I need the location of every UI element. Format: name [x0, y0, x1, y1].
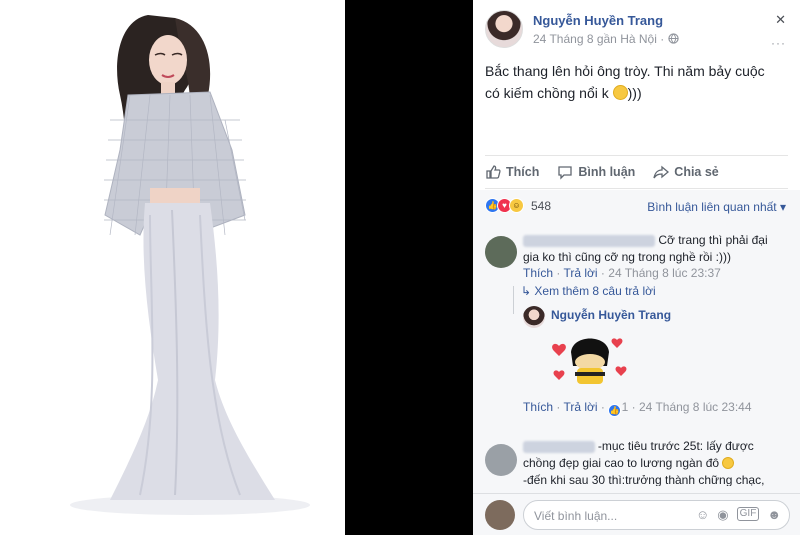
gif-icon[interactable]: GIF: [736, 507, 760, 521]
smile-emoji-icon: [612, 85, 628, 100]
comment-body: xxxxxxxxxxxxx -mục tiêu trước 25t: lấy đ…: [523, 438, 778, 486]
comment-time[interactable]: 24 Tháng 8 lúc 23:37: [608, 266, 721, 280]
share-button[interactable]: Chia sẻ: [653, 164, 719, 180]
globe-icon: [667, 33, 679, 44]
camera-icon[interactable]: ◉: [717, 507, 728, 523]
close-icon[interactable]: ✕: [775, 12, 786, 28]
commenter-name-blurred[interactable]: xxxxxxxxxxxxx: [523, 441, 595, 453]
comment-input[interactable]: Viết bình luận... ☺ ◉ GIF ☻: [523, 500, 790, 530]
commenter-avatar[interactable]: [485, 236, 517, 268]
post-meta: 24 Tháng 8 gần Hà Nội ·: [533, 32, 679, 46]
post-body: Bắc thang lên hỏi ông tròy. Thi năm bảy …: [485, 60, 765, 104]
reaction-count: 548: [531, 198, 552, 213]
haha-reaction-icon: ☺: [509, 198, 524, 213]
reply-arrow-icon: ↳: [521, 284, 535, 298]
sticker-icon[interactable]: ☻: [767, 507, 781, 523]
more-options-icon[interactable]: ···: [771, 36, 786, 50]
viewer-background: [345, 0, 473, 535]
reaction-summary[interactable]: 👍 ♥ ☺ 548: [485, 198, 551, 213]
reply-author-name[interactable]: Nguyễn Huyền Trang: [551, 308, 671, 322]
reply-like-link[interactable]: Thích: [523, 400, 553, 414]
reply-reaction-count[interactable]: 1: [622, 400, 629, 414]
share-icon: [653, 165, 670, 179]
view-more-replies[interactable]: ↳ Xem thêm 8 câu trả lời: [521, 284, 656, 298]
reply-meta: Thích · Trả lời · 👍 1 · 24 Tháng 8 lúc 2…: [523, 400, 752, 417]
sticker-image: [552, 338, 627, 384]
photo-viewer: Nguyễn Huyền Trang 24 Tháng 8 gần Hà Nội…: [0, 0, 800, 535]
current-user-avatar[interactable]: [485, 500, 515, 530]
comment-like-link[interactable]: Thích: [523, 266, 553, 280]
author-name[interactable]: Nguyễn Huyền Trang: [533, 13, 663, 28]
photo[interactable]: [0, 0, 345, 535]
comment-body: xxxxxxxxxxxxxxxxxxxxxxxx Cỡ trang thì ph…: [523, 232, 773, 266]
comment-icon: [558, 166, 572, 180]
comment-sort-dropdown[interactable]: Bình luận liên quan nhất ▾: [647, 200, 786, 214]
post-timestamp[interactable]: 24 Tháng 8 gần Hà Nội ·: [533, 32, 668, 46]
view-more-replies-label: Xem thêm 8 câu trả lời: [534, 284, 656, 298]
post-sidebar: Nguyễn Huyền Trang 24 Tháng 8 gần Hà Nội…: [473, 0, 800, 535]
like-button[interactable]: Thích: [485, 164, 539, 180]
thumbs-up-icon: [486, 165, 501, 179]
reply: Nguyễn Huyền Trang Thích · Trả lời · 👍 1…: [523, 304, 773, 419]
reply-thread-line: [513, 286, 514, 314]
comment-meta: Thích · Trả lời · 24 Tháng 8 lúc 23:37: [523, 266, 721, 280]
post-header: Nguyễn Huyền Trang 24 Tháng 8 gần Hà Nội…: [485, 8, 792, 52]
commenter-name-blurred[interactable]: xxxxxxxxxxxxxxxxxxxxxxxx: [523, 235, 655, 247]
reply-time[interactable]: 24 Tháng 8 lúc 23:44: [639, 400, 752, 414]
comment-composer: Viết bình luận... ☺ ◉ GIF ☻: [473, 493, 800, 535]
feedback-area: 👍 ♥ ☺ 548 Bình luận liên quan nhất ▾ xxx…: [473, 190, 800, 535]
comment-reply-link[interactable]: Trả lời: [563, 266, 597, 280]
comment-text-line2: -đến khi sau 30 thì:trưởng thành chững c…: [523, 473, 765, 486]
like-label: Thích: [506, 165, 540, 179]
post-text-end: ))): [627, 85, 642, 101]
comment-label: Bình luận: [578, 165, 636, 179]
author-avatar[interactable]: [485, 10, 523, 48]
comment-input-placeholder: Viết bình luận...: [534, 509, 618, 523]
post-actions: Thích Bình luận Chia sẻ: [485, 155, 788, 189]
composer-tools: ☺ ◉ GIF ☻: [696, 507, 781, 523]
reply-like-reaction-icon: 👍: [608, 404, 622, 417]
reply-author-avatar[interactable]: [523, 306, 545, 328]
comment: xxxxxxxxxxxxxxxxxxxxxxxx Cỡ trang thì ph…: [485, 230, 790, 417]
share-label: Chia sẻ: [674, 165, 719, 179]
comment: xxxxxxxxxxxxx -mục tiêu trước 25t: lấy đ…: [485, 436, 790, 486]
photo-image: [0, 0, 345, 535]
comment-button[interactable]: Bình luận: [557, 164, 635, 180]
emoji-picker-icon[interactable]: ☺: [696, 507, 709, 523]
emoji-icon: [722, 457, 735, 469]
reply-reply-link[interactable]: Trả lời: [563, 400, 597, 414]
commenter-avatar[interactable]: [485, 444, 517, 476]
